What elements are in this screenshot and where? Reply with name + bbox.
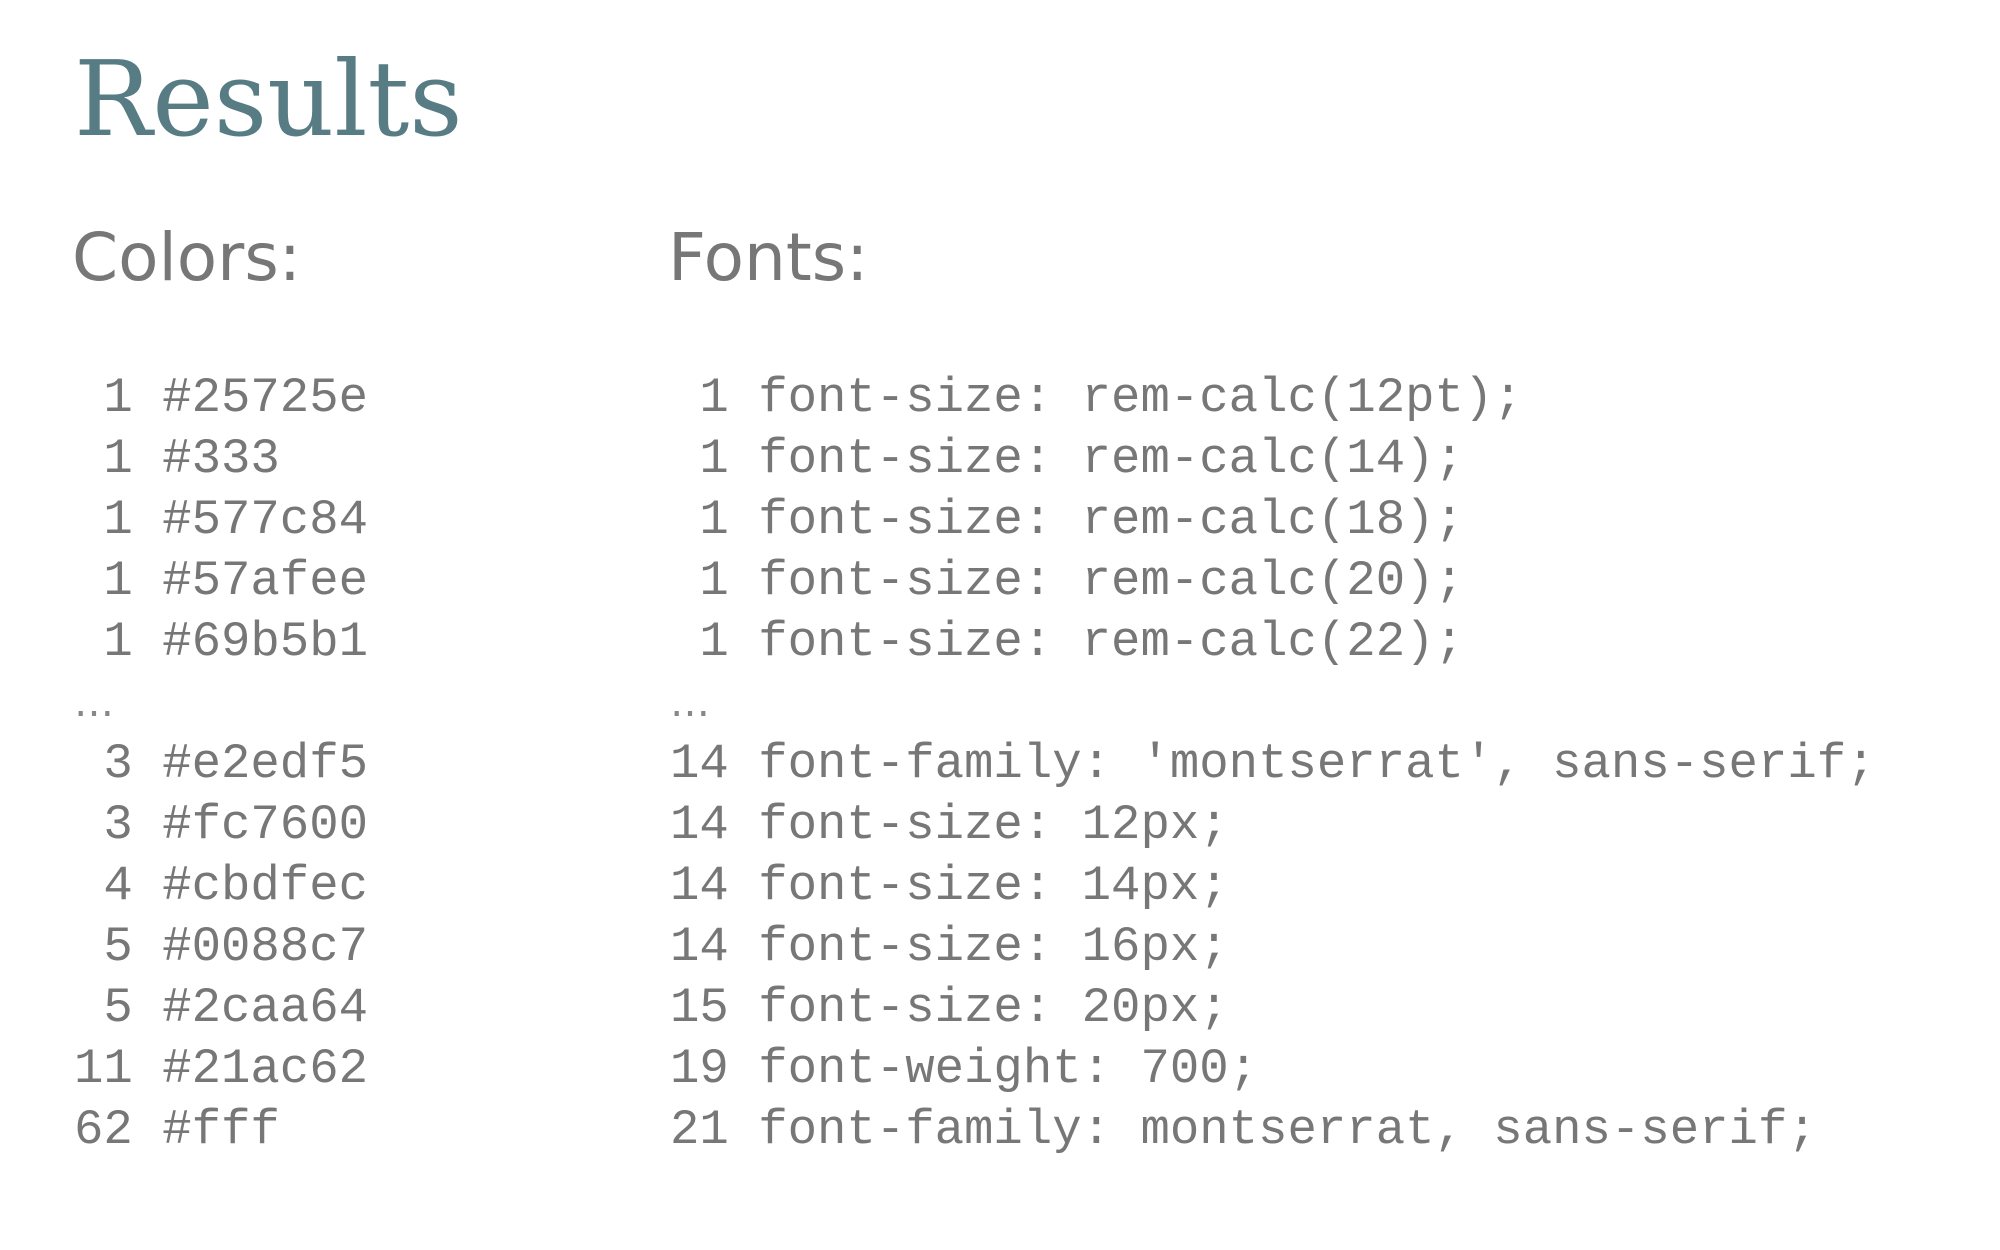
ellipsis-text: … xyxy=(74,680,114,726)
list-item: 5 #0088c7 xyxy=(74,917,368,978)
item-count: 62 xyxy=(74,1102,133,1158)
list-item: 5 #2caa64 xyxy=(74,978,368,1039)
ellipsis-text: … xyxy=(670,680,710,726)
item-count: 14 xyxy=(670,736,729,792)
item-count: 4 xyxy=(103,858,133,914)
item-value: #21ac62 xyxy=(162,1041,369,1097)
item-count: 1 xyxy=(699,614,729,670)
item-count: 3 xyxy=(103,736,133,792)
item-value: #69b5b1 xyxy=(162,614,369,670)
item-count: 1 xyxy=(699,492,729,548)
list-item: 1 font-size: rem-calc(12pt); xyxy=(670,368,1876,429)
item-value: #fff xyxy=(162,1102,280,1158)
item-value: #e2edf5 xyxy=(162,736,369,792)
item-count: 1 xyxy=(103,614,133,670)
item-count: 5 xyxy=(103,919,133,975)
list-ellipsis: … xyxy=(670,673,1876,734)
item-count: 3 xyxy=(103,797,133,853)
list-item: 19 font-weight: 700; xyxy=(670,1039,1876,1100)
item-count: 1 xyxy=(103,431,133,487)
item-value: #fc7600 xyxy=(162,797,369,853)
list-item: 14 font-family: 'montserrat', sans-serif… xyxy=(670,734,1876,795)
page-title: Results xyxy=(74,38,463,160)
list-item: 1 #333 xyxy=(74,429,368,490)
item-value: font-family: montserrat, sans-serif; xyxy=(758,1102,1817,1158)
item-value: font-size: rem-calc(12pt); xyxy=(758,370,1523,426)
item-value: font-size: rem-calc(20); xyxy=(758,553,1464,609)
list-item: 14 font-size: 14px; xyxy=(670,856,1876,917)
item-value: font-family: 'montserrat', sans-serif; xyxy=(758,736,1876,792)
item-value: font-weight: 700; xyxy=(758,1041,1259,1097)
item-count: 1 xyxy=(103,492,133,548)
item-value: font-size: 12px; xyxy=(758,797,1229,853)
list-item: 1 #25725e xyxy=(74,368,368,429)
list-item: 1 font-size: rem-calc(22); xyxy=(670,612,1876,673)
item-value: font-size: rem-calc(22); xyxy=(758,614,1464,670)
item-value: #0088c7 xyxy=(162,919,369,975)
item-value: #577c84 xyxy=(162,492,369,548)
item-value: font-size: 14px; xyxy=(758,858,1229,914)
list-item: 3 #e2edf5 xyxy=(74,734,368,795)
item-count: 15 xyxy=(670,980,729,1036)
item-count: 1 xyxy=(699,553,729,609)
list-item: 1 font-size: rem-calc(18); xyxy=(670,490,1876,551)
item-count: 21 xyxy=(670,1102,729,1158)
item-value: #2caa64 xyxy=(162,980,369,1036)
item-value: #cbdfec xyxy=(162,858,369,914)
list-item: 21 font-family: montserrat, sans-serif; xyxy=(670,1100,1876,1161)
item-count: 1 xyxy=(699,370,729,426)
list-item: 1 #577c84 xyxy=(74,490,368,551)
item-count: 1 xyxy=(699,431,729,487)
list-item: 1 #69b5b1 xyxy=(74,612,368,673)
item-value: font-size: 20px; xyxy=(758,980,1229,1036)
item-value: font-size: rem-calc(14); xyxy=(758,431,1464,487)
colors-heading: Colors: xyxy=(72,219,301,296)
fonts-list: 1 font-size: rem-calc(12pt); 1 font-size… xyxy=(670,368,1876,1161)
item-count: 1 xyxy=(103,370,133,426)
list-item: 11 #21ac62 xyxy=(74,1039,368,1100)
item-count: 11 xyxy=(74,1041,133,1097)
list-item: 3 #fc7600 xyxy=(74,795,368,856)
item-count: 1 xyxy=(103,553,133,609)
list-item: 1 font-size: rem-calc(14); xyxy=(670,429,1876,490)
colors-list: 1 #25725e 1 #333 1 #577c84 1 #57afee 1 #… xyxy=(74,368,368,1161)
item-value: #25725e xyxy=(162,370,369,426)
item-value: #57afee xyxy=(162,553,369,609)
item-count: 5 xyxy=(103,980,133,1036)
item-count: 19 xyxy=(670,1041,729,1097)
item-count: 14 xyxy=(670,919,729,975)
list-item: 1 #57afee xyxy=(74,551,368,612)
item-value: #333 xyxy=(162,431,280,487)
item-value: font-size: 16px; xyxy=(758,919,1229,975)
list-item: 4 #cbdfec xyxy=(74,856,368,917)
item-value: font-size: rem-calc(18); xyxy=(758,492,1464,548)
item-count: 14 xyxy=(670,858,729,914)
list-item: 14 font-size: 16px; xyxy=(670,917,1876,978)
fonts-heading: Fonts: xyxy=(668,219,869,296)
item-count: 14 xyxy=(670,797,729,853)
list-item: 14 font-size: 12px; xyxy=(670,795,1876,856)
list-item: 15 font-size: 20px; xyxy=(670,978,1876,1039)
list-ellipsis: … xyxy=(74,673,368,734)
list-item: 1 font-size: rem-calc(20); xyxy=(670,551,1876,612)
list-item: 62 #fff xyxy=(74,1100,368,1161)
